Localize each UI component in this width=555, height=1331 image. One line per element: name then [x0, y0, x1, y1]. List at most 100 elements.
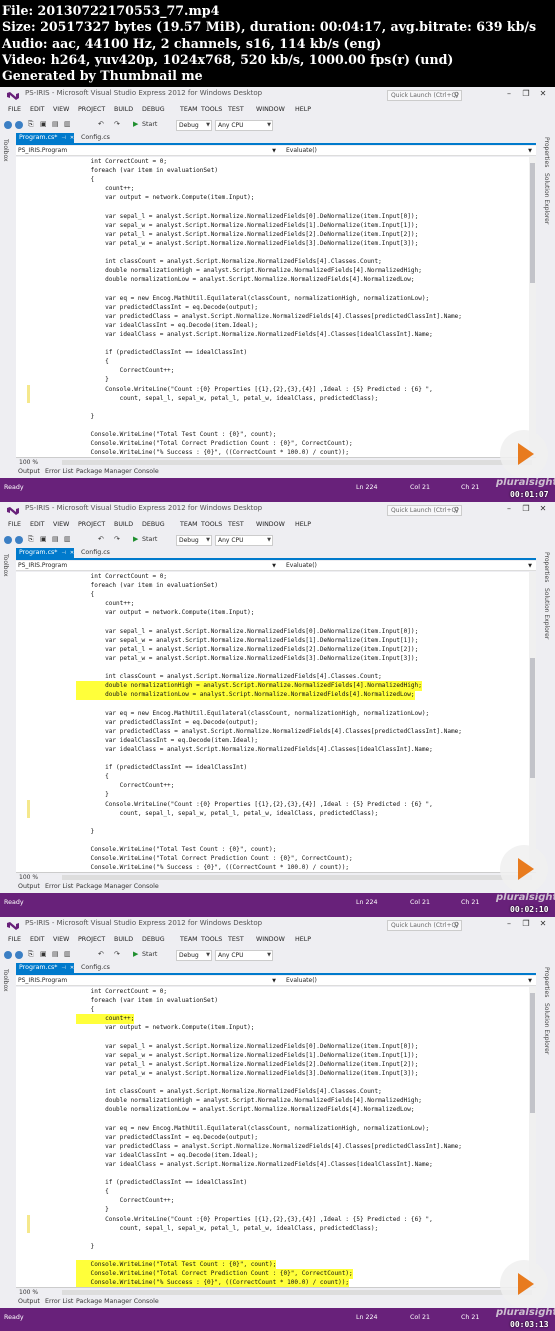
type-navigation-select[interactable]: PS_IRIS.Program ▼: [16, 976, 278, 986]
menu-team[interactable]: TEAM: [180, 936, 198, 943]
menu-debug[interactable]: DEBUG: [142, 521, 165, 528]
maximize-button[interactable]: ❐: [520, 89, 532, 98]
menu-view[interactable]: VIEW: [53, 936, 69, 943]
code-editor[interactable]: int CorrectCount = 0; foreach (var item …: [16, 572, 529, 872]
menu-help[interactable]: HELP: [295, 521, 311, 528]
member-navigation-select[interactable]: Evaluate() ▼: [284, 976, 534, 986]
tab-config-cs[interactable]: Config.cs: [78, 963, 118, 973]
start-icon[interactable]: ▶: [133, 950, 138, 958]
close-button[interactable]: ✕: [537, 504, 549, 513]
menu-project[interactable]: PROJECT: [78, 106, 105, 113]
save-all-icon[interactable]: ▥: [64, 535, 71, 543]
tab-output[interactable]: Output: [18, 1298, 40, 1305]
pin-icon[interactable]: ⊣: [61, 550, 65, 556]
maximize-button[interactable]: ❐: [520, 919, 532, 928]
menu-build[interactable]: BUILD: [114, 106, 133, 113]
menu-file[interactable]: FILE: [8, 521, 21, 528]
toolbox-sidebar[interactable]: Toolbox: [0, 133, 13, 478]
type-navigation-select[interactable]: PS_IRIS.Program ▼: [16, 146, 278, 156]
tab-output[interactable]: Output: [18, 468, 40, 475]
pin-icon[interactable]: ⊣: [61, 135, 65, 141]
tab-package-manager-console[interactable]: Package Manager Console: [76, 468, 159, 475]
tab-config-cs[interactable]: Config.cs: [78, 133, 118, 143]
back-icon[interactable]: [4, 536, 12, 544]
menu-window[interactable]: WINDOW: [256, 521, 285, 528]
properties-tab[interactable]: Properties: [543, 137, 550, 167]
properties-tab[interactable]: Properties: [543, 967, 550, 997]
tab-program-cs[interactable]: Program.cs* ⊣ ✕: [16, 963, 74, 973]
undo-icon[interactable]: ↶: [98, 120, 104, 128]
menu-debug[interactable]: DEBUG: [142, 936, 165, 943]
horizontal-scrollbar[interactable]: [62, 875, 532, 880]
menu-window[interactable]: WINDOW: [256, 106, 285, 113]
new-project-icon[interactable]: ⎘: [28, 535, 34, 544]
menu-file[interactable]: FILE: [8, 936, 21, 943]
undo-icon[interactable]: ↶: [98, 535, 104, 543]
undo-icon[interactable]: ↶: [98, 950, 104, 958]
save-icon[interactable]: ▤: [52, 950, 59, 958]
scrollbar-thumb[interactable]: [530, 658, 535, 778]
code-editor[interactable]: int CorrectCount = 0; foreach (var item …: [16, 987, 529, 1287]
close-button[interactable]: ✕: [537, 919, 549, 928]
horizontal-scrollbar[interactable]: [62, 460, 532, 465]
start-icon[interactable]: ▶: [133, 535, 138, 543]
start-icon[interactable]: ▶: [133, 120, 138, 128]
menu-debug[interactable]: DEBUG: [142, 106, 165, 113]
member-navigation-select[interactable]: Evaluate() ▼: [284, 561, 534, 571]
solution-explorer-tab[interactable]: Solution Explorer: [543, 588, 550, 639]
menu-help[interactable]: HELP: [295, 936, 311, 943]
maximize-button[interactable]: ❐: [520, 504, 532, 513]
quick-launch-input[interactable]: Quick Launch (Ctrl+Q) ⚲: [387, 90, 462, 101]
menu-build[interactable]: BUILD: [114, 936, 133, 943]
configuration-select[interactable]: Debug ▼: [176, 120, 212, 131]
menu-test[interactable]: TEST: [228, 521, 244, 528]
forward-icon[interactable]: [15, 121, 23, 129]
close-icon[interactable]: ✕: [70, 550, 74, 556]
forward-icon[interactable]: [15, 536, 23, 544]
play-icon[interactable]: [500, 845, 548, 893]
back-icon[interactable]: [4, 121, 12, 129]
new-project-icon[interactable]: ⎘: [28, 120, 34, 129]
start-button-label[interactable]: Start: [142, 951, 157, 958]
code-editor[interactable]: int CorrectCount = 0; foreach (var item …: [16, 157, 529, 457]
start-button-label[interactable]: Start: [142, 121, 157, 128]
menu-project[interactable]: PROJECT: [78, 936, 105, 943]
menu-test[interactable]: TEST: [228, 106, 244, 113]
menu-test[interactable]: TEST: [228, 936, 244, 943]
menu-file[interactable]: FILE: [8, 106, 21, 113]
solution-explorer-tab[interactable]: Solution Explorer: [543, 1003, 550, 1054]
menu-edit[interactable]: EDIT: [30, 936, 45, 943]
menu-build[interactable]: BUILD: [114, 521, 133, 528]
tab-program-cs[interactable]: Program.cs* ⊣ ✕: [16, 133, 74, 143]
configuration-select[interactable]: Debug ▼: [176, 535, 212, 546]
menu-team[interactable]: TEAM: [180, 106, 198, 113]
play-icon[interactable]: [500, 430, 548, 478]
open-icon[interactable]: ▣: [40, 950, 47, 958]
vertical-scrollbar[interactable]: [529, 987, 536, 1287]
new-project-icon[interactable]: ⎘: [28, 950, 34, 959]
save-all-icon[interactable]: ▥: [64, 950, 71, 958]
configuration-select[interactable]: Debug ▼: [176, 950, 212, 961]
close-icon[interactable]: ✕: [70, 965, 74, 971]
menu-edit[interactable]: EDIT: [30, 521, 45, 528]
menu-help[interactable]: HELP: [295, 106, 311, 113]
member-navigation-select[interactable]: Evaluate() ▼: [284, 146, 534, 156]
horizontal-scrollbar[interactable]: [62, 1290, 532, 1295]
minimize-button[interactable]: –: [503, 504, 515, 513]
zoom-level[interactable]: 100 %: [19, 459, 38, 466]
save-icon[interactable]: ▤: [52, 535, 59, 543]
minimize-button[interactable]: –: [503, 919, 515, 928]
scrollbar-thumb[interactable]: [530, 993, 535, 1113]
minimize-button[interactable]: –: [503, 89, 515, 98]
open-icon[interactable]: ▣: [40, 535, 47, 543]
toolbox-sidebar[interactable]: Toolbox: [0, 548, 13, 893]
tab-package-manager-console[interactable]: Package Manager Console: [76, 883, 159, 890]
quick-launch-input[interactable]: Quick Launch (Ctrl+Q) ⚲: [387, 505, 462, 516]
platform-select[interactable]: Any CPU ▼: [215, 535, 273, 546]
tab-config-cs[interactable]: Config.cs: [78, 548, 118, 558]
vertical-scrollbar[interactable]: [529, 572, 536, 872]
save-all-icon[interactable]: ▥: [64, 120, 71, 128]
zoom-level[interactable]: 100 %: [19, 874, 38, 881]
forward-icon[interactable]: [15, 951, 23, 959]
menu-project[interactable]: PROJECT: [78, 521, 105, 528]
